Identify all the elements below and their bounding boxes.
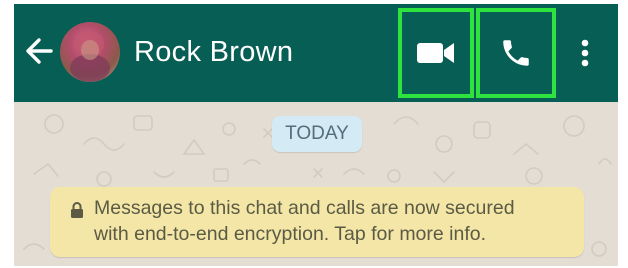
encryption-notice[interactable]: Messages to this chat and calls are now …	[50, 187, 584, 257]
videocam-icon	[417, 43, 454, 63]
notice-text-line-1: Messages to this chat and calls are now …	[94, 197, 515, 219]
profile-photo	[70, 31, 110, 82]
chat-header-bar: Rock Brown	[14, 4, 618, 102]
voice-call-button[interactable]	[476, 8, 556, 98]
more-vert-icon[interactable]	[574, 38, 596, 68]
date-chip: TODAY	[272, 116, 362, 152]
notice-text-line-2: with end-to-end encryption. Tap for more…	[94, 223, 487, 245]
contact-name[interactable]: Rock Brown	[134, 34, 293, 70]
lock-icon	[71, 202, 83, 218]
chat-screen: Rock Brown TODAY Messages to this chat a…	[14, 4, 618, 266]
avatar[interactable]	[60, 22, 120, 82]
phone-icon	[503, 40, 529, 66]
video-call-button[interactable]	[398, 8, 474, 98]
arrow-left-icon[interactable]	[22, 34, 56, 68]
